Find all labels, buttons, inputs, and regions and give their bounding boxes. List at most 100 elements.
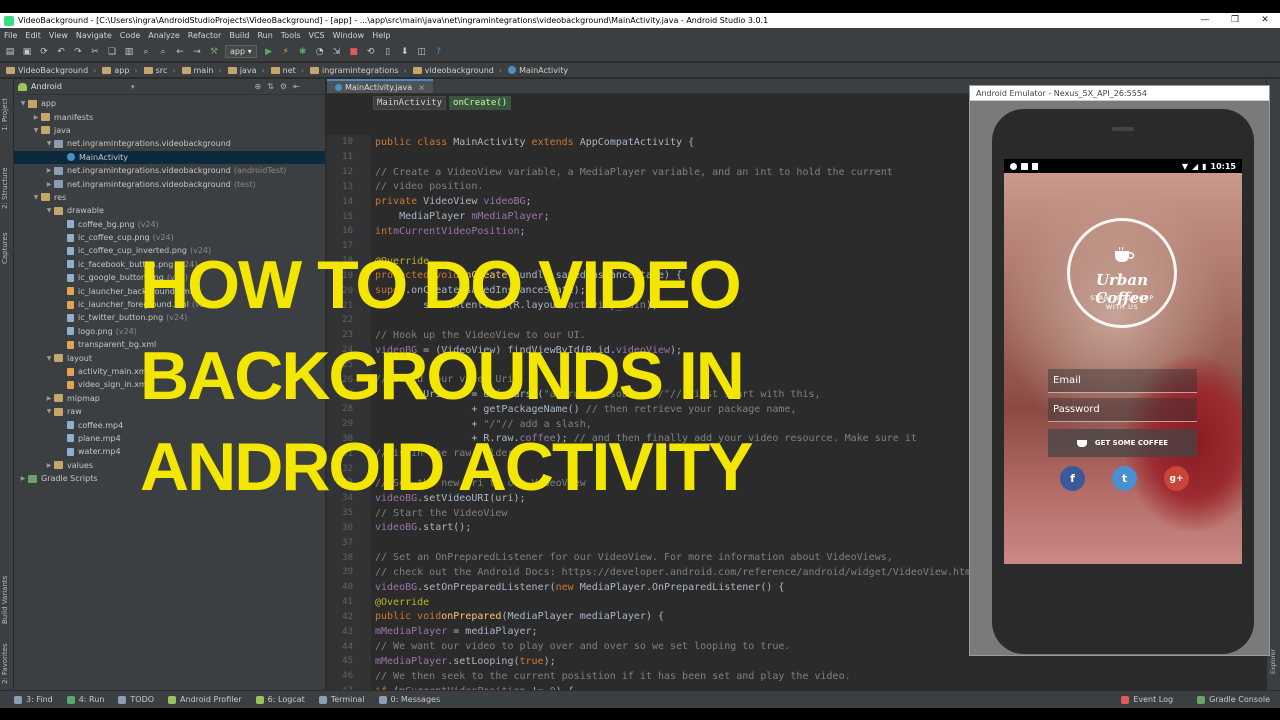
expand-arrow-icon[interactable]: ▶ [44,181,54,188]
breadcrumb-item[interactable]: java › [227,66,265,75]
breadcrumb-item[interactable]: ingramintegrations › [310,66,407,75]
back-icon[interactable]: ← [174,46,186,58]
apply-changes-icon[interactable]: ⚡ [280,46,292,58]
menu-edit[interactable]: Edit [25,31,41,40]
make-project-icon[interactable]: ⚒ [208,46,220,58]
breadcrumb-item[interactable]: app › [102,66,138,75]
sync-scroll-icon[interactable]: ⊕ [255,82,262,91]
tool-window-3-find[interactable]: 3: Find [14,695,53,704]
menu-code[interactable]: Code [120,31,140,40]
breadcrumb-item[interactable]: src › [143,66,176,75]
crumb-method[interactable]: onCreate() [449,95,512,110]
expand-arrow-icon[interactable]: ▶ [18,475,28,482]
tree-item[interactable]: coffee_bg.png (v24) [14,218,325,231]
collapse-arrow-icon[interactable]: ▼ [44,207,54,214]
cut-icon[interactable]: ✂ [89,46,101,58]
menu-build[interactable]: Build [229,31,249,40]
close-icon[interactable]: ✕ [1250,13,1280,28]
code-line[interactable]: mMediaPlayer .setLooping(true); [375,654,1280,669]
tree-item[interactable]: MainActivity [14,150,325,164]
tool-window-6-logcat[interactable]: 6: Logcat [255,695,305,704]
menu-tools[interactable]: Tools [281,31,301,40]
profile-icon[interactable]: ◔ [314,46,326,58]
expand-arrow-icon[interactable]: ▶ [44,462,54,469]
collapse-arrow-icon[interactable]: ▼ [44,140,54,147]
collapse-all-icon[interactable]: ⇅ [267,82,274,91]
menu-analyze[interactable]: Analyze [148,31,180,40]
expand-arrow-icon[interactable]: ▶ [44,395,54,402]
menu-refactor[interactable]: Refactor [188,31,222,40]
run-config-select[interactable]: app ▾ [225,45,257,58]
attach-debugger-icon[interactable]: ⇲ [331,46,343,58]
maximize-icon[interactable]: ❐ [1220,13,1250,28]
sdk-manager-icon[interactable]: ⬇ [399,46,411,58]
tree-item[interactable]: ▼ res [14,191,325,204]
menu-navigate[interactable]: Navigate [76,31,112,40]
tool-window-gradle-console[interactable]: Gradle Console [1197,695,1270,704]
tool-window-0-messages[interactable]: 0: Messages [378,695,440,704]
open-folder-icon[interactable]: ▤ [4,46,16,58]
crumb-class[interactable]: MainActivity [373,95,447,110]
menu-help[interactable]: Help [372,31,390,40]
tool-window-terminal[interactable]: Terminal [318,695,365,704]
tab-device-file-explorer[interactable]: Explorer [1270,649,1277,674]
tree-item[interactable]: ▶ net.ingramintegrations.videobackground(… [14,164,325,177]
breadcrumb-item[interactable]: net › [270,66,304,75]
expand-arrow-icon[interactable]: ▶ [31,114,41,121]
tool-window-event-log[interactable]: Event Log [1121,695,1173,704]
menu-file[interactable]: File [4,31,17,40]
stop-icon[interactable]: ■ [348,46,360,58]
copy-icon[interactable]: ❏ [106,46,118,58]
menu-vcs[interactable]: VCS [309,31,325,40]
paste-icon[interactable]: ▥ [123,46,135,58]
menu-run[interactable]: Run [257,31,272,40]
tab-captures[interactable]: Captures [1,233,9,264]
code-line[interactable]: // We then seek to the current posistion… [375,669,1280,684]
redo-icon[interactable]: ↷ [72,46,84,58]
save-icon[interactable]: ▣ [21,46,33,58]
menu-view[interactable]: View [49,31,68,40]
minimize-icon[interactable]: — [1190,13,1220,28]
sync-icon[interactable]: ⟳ [38,46,50,58]
forward-icon[interactable]: → [191,46,203,58]
tab-favorites[interactable]: 2: Favorites [1,643,9,684]
tab-build-variants[interactable]: Build Variants [1,576,9,624]
gear-icon[interactable]: ⚙ [280,82,287,91]
project-view-select[interactable]: Android [31,82,131,91]
tab-structure[interactable]: 2: Structure [1,167,9,209]
debug-icon[interactable]: ✱ [297,46,309,58]
collapse-arrow-icon[interactable]: ▼ [44,355,54,362]
find-icon[interactable]: ⌕ [140,46,152,58]
expand-arrow-icon[interactable]: ▶ [44,167,54,174]
password-field[interactable]: Password [1048,398,1197,422]
chevron-down-icon[interactable]: ▾ [131,83,135,91]
tool-window-todo[interactable]: TODO [118,695,154,704]
tool-window-4-run[interactable]: 4: Run [66,695,104,704]
menu-window[interactable]: Window [333,31,365,40]
undo-icon[interactable]: ↶ [55,46,67,58]
tree-item[interactable]: ▶ net.ingramintegrations.videobackground(… [14,177,325,190]
avd-manager-icon[interactable]: ▯ [382,46,394,58]
collapse-arrow-icon[interactable]: ▼ [18,100,28,107]
collapse-arrow-icon[interactable]: ▼ [31,127,41,134]
breadcrumb-item[interactable]: VideoBackground › [6,66,96,75]
get-coffee-button[interactable]: GET SOME COFFEE [1048,429,1197,457]
collapse-arrow-icon[interactable]: ▼ [31,194,41,201]
google-plus-button[interactable]: g+ [1164,466,1189,491]
tool-window-android-profiler[interactable]: Android Profiler [168,695,242,704]
close-tab-icon[interactable]: × [418,83,425,92]
breadcrumb-item[interactable]: main › [181,66,222,75]
help-icon[interactable]: ? [433,46,445,58]
tab-mainactivity-java[interactable]: MainActivity.java × [327,79,433,93]
twitter-button[interactable]: t [1112,466,1137,491]
run-icon[interactable]: ▶ [263,46,275,58]
gradle-sync-icon[interactable]: ⟲ [365,46,377,58]
tree-item[interactable]: ▼ drawable [14,204,325,217]
hide-panel-icon[interactable]: ⇤ [293,82,300,91]
tree-item[interactable]: ▶ manifests [14,110,325,123]
tree-item[interactable]: ▼ net.ingramintegrations.videobackground [14,137,325,150]
device-monitor-icon[interactable]: ◫ [416,46,428,58]
breadcrumb-item[interactable]: MainActivity [508,66,568,75]
email-field[interactable]: Email [1048,369,1197,393]
collapse-arrow-icon[interactable]: ▼ [44,408,54,415]
